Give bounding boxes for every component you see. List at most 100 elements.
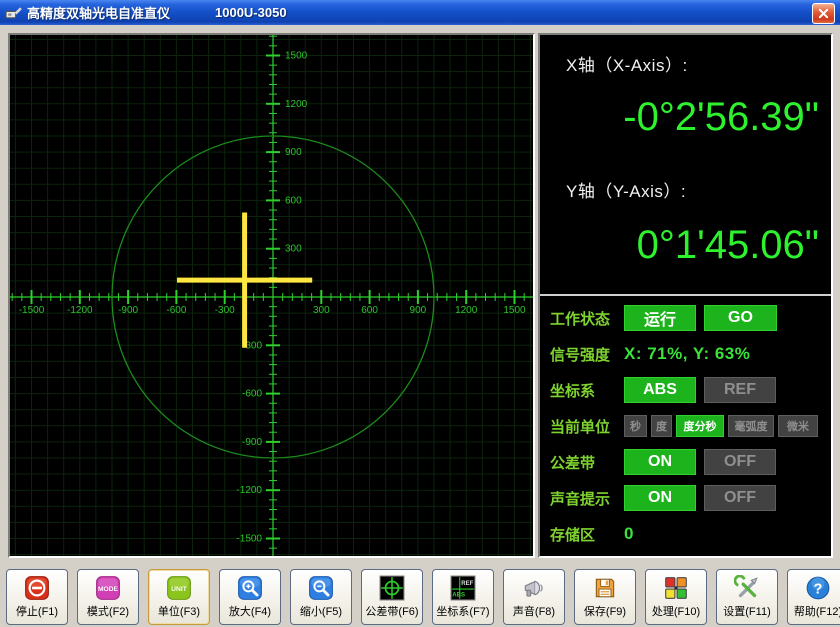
title-bar: 高精度双轴光电自准直仪 1000U-3050	[0, 0, 840, 25]
svg-text:?: ?	[814, 581, 823, 597]
y-axis-value: 0°1'45.06"	[637, 223, 819, 268]
coordinate-button[interactable]: REF ABS 坐标系(F7)	[432, 569, 494, 625]
x-axis-label: X轴（X-Axis）:	[566, 51, 688, 76]
status-label: 信号强度	[550, 344, 624, 365]
status-option-button[interactable]: 运行	[624, 305, 696, 331]
svg-text:UNIT: UNIT	[171, 586, 188, 593]
status-label: 公差带	[550, 452, 624, 473]
sound-icon	[521, 575, 547, 601]
status-row: 存储区0	[540, 516, 831, 552]
status-option-button[interactable]: 毫弧度	[728, 415, 774, 437]
settings-icon	[734, 575, 760, 601]
svg-text:-600: -600	[166, 305, 186, 316]
status-label: 当前单位	[550, 416, 624, 437]
svg-text:600: 600	[361, 305, 378, 316]
plot-panel: -1500-1500-1200-1200-900-900-600-600-300…	[8, 33, 535, 558]
x-axis-value: -0°2'56.39"	[623, 95, 819, 140]
svg-text:-1200: -1200	[67, 305, 93, 316]
zoom-in-button[interactable]: 放大(F4)	[219, 569, 281, 625]
status-option-button[interactable]: GO	[704, 305, 777, 331]
status-value: X: 71%, Y: 63%	[624, 344, 750, 364]
status-option-button[interactable]: 微米	[778, 415, 818, 437]
toolbar-button-label: 停止(F1)	[16, 603, 58, 619]
svg-text:300: 300	[313, 305, 330, 316]
status-panel: 工作状态运行GO信号强度X: 71%, Y: 63%坐标系ABSREF当前单位秒…	[540, 296, 831, 552]
readout-panel: X轴（X-Axis）: -0°2'56.39" Y轴（Y-Axis）: 0°1'…	[538, 33, 833, 558]
settings-button[interactable]: 设置(F11)	[716, 569, 778, 625]
toolbar-button-label: 保存(F9)	[584, 603, 626, 619]
unit-button[interactable]: UNIT单位(F3)	[148, 569, 210, 625]
svg-text:-900: -900	[118, 305, 138, 316]
svg-text:-900: -900	[242, 437, 262, 448]
save-button[interactable]: 保存(F9)	[574, 569, 636, 625]
toolbar-button-label: 处理(F10)	[652, 603, 700, 619]
client-area: -1500-1500-1200-1200-900-900-600-600-300…	[0, 25, 840, 627]
status-value: 0	[624, 524, 634, 544]
toolbar-button-label: 设置(F11)	[723, 603, 770, 619]
stop-button[interactable]: 停止(F1)	[6, 569, 68, 625]
toolbar: 停止(F1) MODE 模式(F2) UNIT单位(F3) 放大(F4) 缩小(F5) 公差…	[0, 565, 840, 627]
zoom-in-icon	[237, 575, 263, 601]
mode-button[interactable]: MODE 模式(F2)	[77, 569, 139, 625]
status-row: 坐标系ABS REF	[540, 372, 831, 408]
model-number: 1000U-3050	[215, 5, 287, 20]
svg-text:-1500: -1500	[19, 305, 45, 316]
tolerance-icon	[379, 575, 405, 601]
toolbar-button-label: 放大(F4)	[229, 603, 271, 619]
status-option-button[interactable]: 度	[651, 415, 672, 437]
status-option-button[interactable]: 度分秒	[676, 415, 724, 437]
status-option-button[interactable]: OFF	[704, 485, 776, 511]
status-label: 存储区	[550, 524, 624, 545]
help-button[interactable]: ? 帮助(F12)	[787, 569, 840, 625]
status-option-button[interactable]: ON	[624, 485, 696, 511]
status-row: 工作状态运行 GO	[540, 300, 831, 336]
svg-text:300: 300	[285, 244, 302, 255]
process-icon	[663, 575, 689, 601]
tolerance-button[interactable]: 公差带(F6)	[361, 569, 423, 625]
status-option-button[interactable]: OFF	[704, 449, 776, 475]
window-title: 高精度双轴光电自准直仪	[27, 3, 170, 22]
toolbar-button-label: 声音(F8)	[513, 603, 555, 619]
status-row: 公差带ON OFF	[540, 444, 831, 480]
svg-text:1200: 1200	[285, 99, 308, 110]
toolbar-button-label: 缩小(F5)	[300, 603, 342, 619]
status-option-button[interactable]: ABS	[624, 377, 696, 403]
app-icon	[5, 4, 22, 21]
svg-text:1200: 1200	[455, 305, 478, 316]
toolbar-button-label: 坐标系(F7)	[436, 603, 489, 619]
status-option-button[interactable]: ON	[624, 449, 696, 475]
svg-text:-1500: -1500	[236, 534, 262, 545]
svg-text:900: 900	[410, 305, 427, 316]
measurement-plot: -1500-1500-1200-1200-900-900-600-600-300…	[10, 35, 533, 556]
status-row: 声音提示ON OFF	[540, 480, 831, 516]
svg-text:1500: 1500	[503, 305, 526, 316]
y-axis-label: Y轴（Y-Axis）:	[566, 177, 686, 202]
coordinate-icon: REF ABS	[450, 575, 476, 601]
process-button[interactable]: 处理(F10)	[645, 569, 707, 625]
unit-icon: UNIT	[166, 575, 192, 601]
status-label: 坐标系	[550, 380, 624, 401]
stop-icon	[24, 575, 50, 601]
toolbar-button-label: 模式(F2)	[87, 603, 129, 619]
toolbar-button-label: 帮助(F12)	[794, 603, 840, 619]
sound-button[interactable]: 声音(F8)	[503, 569, 565, 625]
svg-text:-1200: -1200	[236, 485, 262, 496]
save-icon	[592, 575, 618, 601]
status-option-button[interactable]: 秒	[624, 415, 647, 437]
svg-text:-600: -600	[242, 389, 262, 400]
status-option-button[interactable]: REF	[704, 377, 776, 403]
zoom-out-icon	[308, 575, 334, 601]
mode-icon: MODE	[95, 575, 121, 601]
status-row: 信号强度X: 71%, Y: 63%	[540, 336, 831, 372]
svg-text:ABS: ABS	[452, 593, 465, 599]
svg-text:1500: 1500	[285, 51, 308, 62]
svg-text:600: 600	[285, 195, 302, 206]
zoom-out-button[interactable]: 缩小(F5)	[290, 569, 352, 625]
status-label: 声音提示	[550, 488, 624, 509]
status-label: 工作状态	[550, 308, 624, 329]
close-icon	[818, 8, 829, 19]
help-icon: ?	[805, 575, 831, 601]
close-button[interactable]	[812, 3, 835, 24]
svg-text:REF: REF	[461, 581, 473, 587]
toolbar-button-label: 公差带(F6)	[365, 603, 418, 619]
